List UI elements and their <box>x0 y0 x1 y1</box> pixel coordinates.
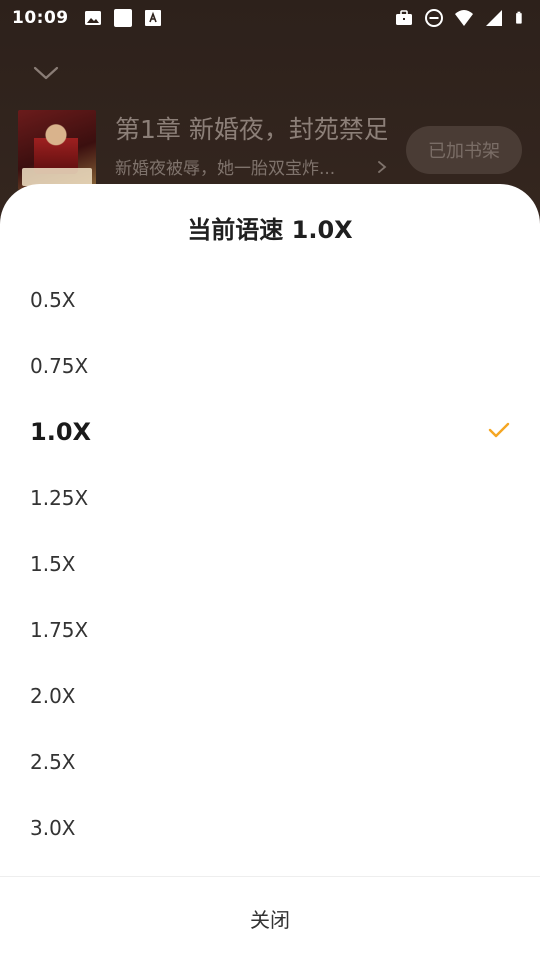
speed-option[interactable]: 1.25X <box>0 465 540 531</box>
speed-option-label: 0.75X <box>30 354 89 378</box>
speed-option-label: 2.0X <box>30 684 76 708</box>
speed-option[interactable]: 0.5X <box>0 267 540 333</box>
white-square-icon <box>113 9 132 27</box>
added-to-shelf-button[interactable]: 已加书架 <box>406 126 522 174</box>
book-chapter-title[interactable]: 第1章 新婚夜，封苑禁足 <box>115 110 387 144</box>
speed-option[interactable]: 1.0X <box>0 399 540 465</box>
wifi-icon <box>455 10 473 26</box>
speed-option-label: 2.5X <box>30 750 76 774</box>
speed-option-list: 0.5X 0.75X 1.0X 1.25X 1.5X 1.75X 2.0X 2.… <box>0 267 540 861</box>
speed-option[interactable]: 2.0X <box>0 663 540 729</box>
book-description[interactable]: 新婚夜被辱，她一胎双宝炸... <box>115 154 360 179</box>
book-cover[interactable] <box>18 110 96 190</box>
sheet-title: 当前语速 1.0X <box>187 216 353 244</box>
check-icon <box>488 422 510 438</box>
status-bar: 10:09 <box>0 0 540 36</box>
speed-option-label: 0.5X <box>30 288 76 312</box>
speed-bottom-sheet: 当前语速 1.0X 0.5X 0.75X 1.0X 1.25X 1.5X 1.7… <box>0 184 540 960</box>
close-button[interactable]: 关闭 <box>0 877 540 960</box>
do-not-disturb-icon <box>425 9 443 27</box>
speed-option-label: 3.0X <box>30 816 76 840</box>
speed-option[interactable]: 3.0X <box>0 795 540 861</box>
briefcase-icon <box>396 10 412 25</box>
speed-option[interactable]: 1.5X <box>0 531 540 597</box>
book-info-row: 第1章 新婚夜，封苑禁足 新婚夜被辱，她一胎双宝炸... 已加书架 <box>18 110 538 190</box>
signal-icon <box>486 10 502 26</box>
speed-option[interactable]: 1.75X <box>0 597 540 663</box>
speed-option[interactable]: 0.75X <box>0 333 540 399</box>
speed-option-label: 1.5X <box>30 552 76 576</box>
speed-option-label: 1.75X <box>30 618 89 642</box>
status-time: 10:09 <box>12 8 69 28</box>
chevron-right-icon[interactable] <box>376 160 388 174</box>
speed-option-label: 1.25X <box>30 486 89 510</box>
collapse-chevron-icon[interactable] <box>32 62 60 84</box>
speed-option[interactable]: 2.5X <box>0 729 540 795</box>
text-a-icon <box>144 10 161 26</box>
image-icon <box>84 11 101 25</box>
speed-option-label: 1.0X <box>30 418 92 446</box>
battery-icon <box>516 11 522 24</box>
cover-figure <box>34 118 78 174</box>
